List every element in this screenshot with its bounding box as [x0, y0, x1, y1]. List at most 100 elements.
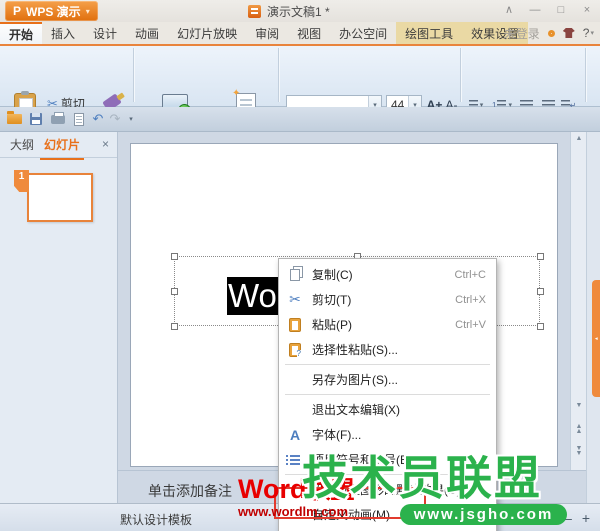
skin-theme-icon[interactable] — [562, 28, 575, 38]
save-icon — [30, 113, 42, 125]
scroll-up-icon[interactable]: ▲ — [572, 135, 586, 142]
wordlm-url: www.wordlm.com — [238, 504, 349, 519]
resize-handle-e[interactable] — [537, 288, 544, 295]
template-name: 默认设计模板 — [120, 513, 193, 527]
ribbon-tab-bar: 开始 插入 设计 动画 幻灯片放映 审阅 视图 办公空间 绘图工具 效果设置 未… — [0, 22, 600, 44]
font-icon: A — [289, 426, 301, 443]
feedback-icon[interactable] — [547, 29, 555, 37]
menu-item-shortcut: Ctrl+C — [454, 268, 486, 281]
group-divider — [278, 48, 279, 102]
panel-tabs: 大纲 幻灯片 × — [0, 132, 117, 160]
scroll-down-icon[interactable]: ▼ — [572, 402, 586, 409]
menu-item-save-as-picture[interactable]: 另存为图片(S)... — [279, 367, 496, 392]
menu-item-paste[interactable]: 粘贴(P) Ctrl+V — [279, 312, 496, 337]
save-button[interactable] — [28, 112, 44, 126]
tab-view[interactable]: 视图 — [288, 22, 330, 44]
menu-item-font[interactable]: A 字体(F)... — [279, 422, 496, 447]
undo-button[interactable]: ↶ — [90, 111, 106, 126]
jsgho-watermark: 技术员联盟 www.jsgho.com — [302, 452, 567, 525]
redo-button[interactable]: ↷ — [107, 111, 123, 126]
notes-placeholder: 单击添加备注 — [148, 483, 232, 499]
menu-item-label: 选择性粘贴(S)... — [312, 343, 398, 357]
app-name: WPS 演示 — [26, 4, 81, 19]
menu-item-label: 复制(C) — [312, 268, 353, 282]
menu-item-action-settings[interactable]: 动作设置(A)... — [279, 527, 496, 531]
wordlm-name-latin: Word — [238, 474, 307, 504]
presentation-doc-icon — [248, 5, 261, 18]
menu-separator — [285, 394, 490, 395]
close-panel-icon[interactable]: × — [102, 137, 109, 151]
login-status[interactable]: 未登录 — [504, 25, 540, 42]
print-preview-button[interactable] — [71, 112, 87, 126]
slides-panel: 大纲 幻灯片 × 1 — [0, 132, 118, 503]
close-button[interactable]: × — [578, 2, 596, 18]
wps-logo-icon: P — [13, 4, 22, 18]
tab-slideshow[interactable]: 幻灯片放映 — [168, 22, 246, 44]
resize-handle-se[interactable] — [537, 323, 544, 330]
wps-app-button[interactable]: P WPS 演示 ▾ — [5, 1, 98, 21]
group-divider — [585, 48, 586, 102]
folder-icon — [6, 111, 22, 124]
quick-access-dropdown-icon[interactable]: ▾ — [123, 112, 139, 126]
menu-item-label: 另存为图片(S)... — [312, 373, 398, 387]
minimize-button[interactable]: — — [526, 2, 544, 18]
left-arrow-icon: ◀ — [594, 337, 598, 341]
tab-outline[interactable]: 大纲 — [10, 136, 34, 153]
tab-office-space[interactable]: 办公空间 — [330, 22, 396, 44]
next-slide-icon[interactable]: ▼ ▼ — [572, 445, 586, 457]
resize-handle-sw[interactable] — [171, 323, 178, 330]
tab-animation[interactable]: 动画 — [126, 22, 168, 44]
window-controls: ∧ — □ × — [500, 2, 596, 18]
copy-icon — [290, 268, 300, 281]
ribbon: 粘贴 ▾ ✂ 剪切 复制 格式刷 ▶ 从当前开始 ▾ ✦ 新建幻灯片 ▾ — [0, 44, 600, 147]
open-button[interactable] — [6, 111, 22, 126]
menu-item-paste-special[interactable]: 选择性粘贴(S)... — [279, 337, 496, 362]
tab-design[interactable]: 设计 — [84, 22, 126, 44]
resize-handle-w[interactable] — [171, 288, 178, 295]
collapsed-task-pane-tab[interactable]: ◀ — [592, 280, 600, 397]
chevron-down-icon: ▾ — [85, 6, 90, 16]
slide-number-tag: 1 — [14, 170, 29, 192]
menu-item-shortcut: Ctrl+V — [455, 318, 486, 331]
menu-item-label: 粘贴(P) — [312, 318, 352, 332]
printer-icon — [51, 111, 65, 124]
sparkle-icon: ✦ — [232, 88, 241, 99]
preview-icon — [74, 112, 84, 126]
chevron-down-icon: ▾ — [590, 30, 594, 37]
previous-slide-icon[interactable]: ▲ ▲ — [572, 423, 586, 435]
resize-handle-ne[interactable] — [537, 253, 544, 260]
menu-separator — [285, 364, 490, 365]
rollup-button[interactable]: ∧ — [500, 2, 518, 18]
menu-item-shortcut: Ctrl+X — [455, 293, 486, 306]
menu-item-copy[interactable]: 复制(C) Ctrl+C — [279, 262, 496, 287]
menu-item-cut[interactable]: ✂ 剪切(T) Ctrl+X — [279, 287, 496, 312]
menu-item-label: 退出文本编辑(X) — [312, 403, 400, 417]
zoom-in-button[interactable]: + — [582, 510, 590, 526]
jsgho-name: 技术员联盟 — [302, 452, 542, 504]
tab-review[interactable]: 审阅 — [246, 22, 288, 44]
slide-thumbnail-1[interactable] — [27, 173, 93, 222]
help-label: ? — [582, 26, 590, 40]
print-button[interactable] — [50, 111, 66, 126]
jsgho-url-pill: www.jsgho.com — [400, 504, 567, 525]
menu-item-exit-text-edit[interactable]: 退出文本编辑(X) — [279, 397, 496, 422]
tab-drawing-tools[interactable]: 绘图工具 — [396, 22, 463, 44]
window-title-text: 演示文稿1 * — [267, 5, 330, 19]
title-bar: P WPS 演示 ▾ 演示文稿1 * ∧ — □ × — [0, 0, 600, 22]
bullets-icon — [286, 454, 300, 457]
scissors-icon: ✂ — [289, 291, 301, 307]
help-button[interactable]: ? ▾ — [583, 26, 594, 40]
tab-insert[interactable]: 插入 — [42, 22, 84, 44]
paste-special-icon — [289, 342, 301, 358]
quick-access-bar: ↶ ↷ ▾ 演示文稿1 * × + ▾ — [0, 107, 600, 239]
account-area: 未登录 ? ▾ — [504, 22, 594, 44]
paste-icon — [289, 317, 301, 332]
window-title: 演示文稿1 * — [248, 3, 330, 20]
menu-item-label: 剪切(T) — [312, 293, 352, 307]
vertical-scrollbar[interactable]: ▲ ▼ ▲ ▲ ▼ ▼ — [570, 132, 586, 470]
tab-slides[interactable]: 幻灯片 — [40, 136, 85, 160]
group-divider — [460, 48, 461, 102]
resize-handle-nw[interactable] — [171, 253, 178, 260]
tab-home[interactable]: 开始 — [0, 22, 43, 44]
maximize-button[interactable]: □ — [552, 2, 570, 18]
